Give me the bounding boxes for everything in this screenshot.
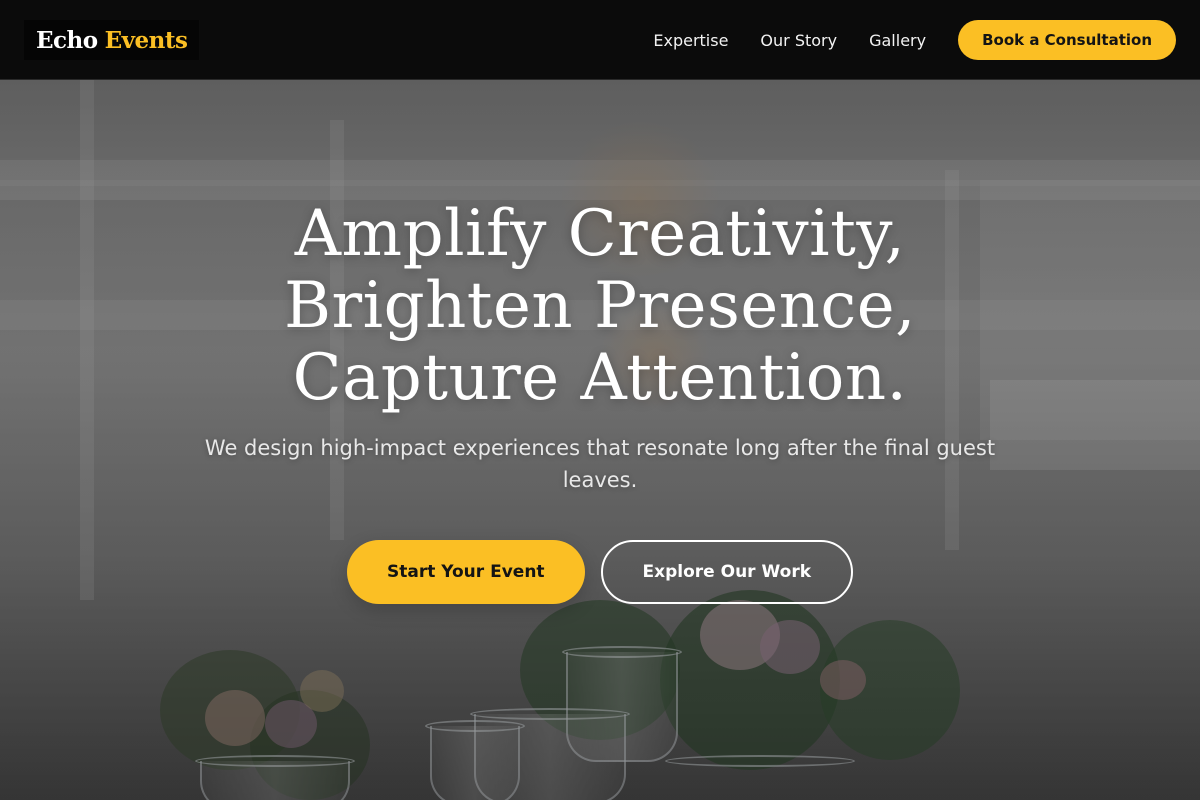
start-your-event-button[interactable]: Start Your Event [346, 540, 585, 604]
brand-logo[interactable]: Echo Events [24, 20, 200, 60]
logo-text-echo: Echo [36, 26, 98, 54]
logo-text-events: Events [104, 26, 188, 54]
headline-line-1: Amplify Creativity, [294, 197, 906, 271]
hero-cta-row: Start Your Event Explore Our Work [0, 540, 1200, 604]
explore-our-work-button[interactable]: Explore Our Work [600, 540, 854, 604]
site-header: Echo Events Expertise Our Story Gallery … [0, 0, 1200, 80]
nav-link-expertise[interactable]: Expertise [653, 31, 728, 50]
hero-headline: Amplify Creativity, Brighten Presence, C… [120, 198, 1080, 414]
book-consultation-button[interactable]: Book a Consultation [958, 20, 1176, 60]
main-nav: Expertise Our Story Gallery Book a Consu… [653, 20, 1176, 60]
headline-line-3: Capture Attention. [292, 341, 908, 415]
nav-link-gallery[interactable]: Gallery [869, 31, 926, 50]
nav-link-our-story[interactable]: Our Story [760, 31, 837, 50]
hero-section: Amplify Creativity, Brighten Presence, C… [0, 80, 1200, 604]
headline-line-2: Brighten Presence, [284, 269, 916, 343]
hero-subtitle: We design high-impact experiences that r… [204, 436, 996, 492]
